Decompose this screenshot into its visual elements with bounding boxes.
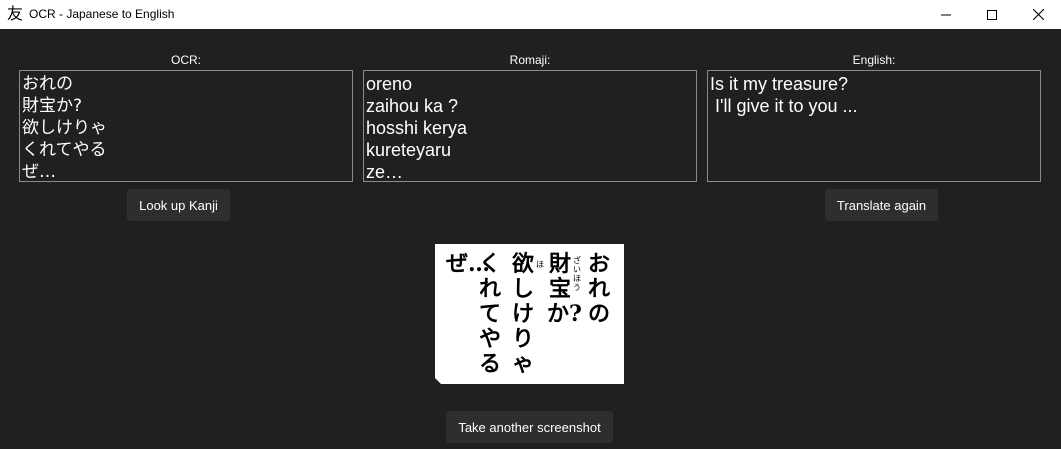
- close-button[interactable]: [1015, 0, 1061, 29]
- preview-column: ぜ…: [446, 251, 491, 277]
- ocr-label: OCR:: [171, 53, 201, 67]
- romaji-textbox[interactable]: oreno zaihou ka ? hosshi kerya kureteyar…: [363, 70, 697, 182]
- romaji-line: hosshi kerya: [366, 118, 468, 138]
- ocr-line: 財宝か?: [22, 96, 83, 116]
- ocr-line: ぜ…: [22, 162, 56, 182]
- romaji-line: kureteyaru: [366, 140, 452, 160]
- preview-column: 欲しけりゃ: [511, 251, 534, 377]
- minimize-icon: [941, 14, 951, 15]
- english-line: I'll give it to you ...: [710, 96, 858, 116]
- ocr-line: くれてやる: [22, 140, 107, 160]
- ocr-textbox[interactable]: おれの 財宝か? 欲しけりゃ くれてやる ぜ…: [19, 70, 353, 182]
- preview-furigana: ほ: [536, 260, 544, 269]
- romaji-line: oreno: [366, 74, 413, 94]
- preview-corner: [435, 378, 441, 384]
- preview-column: おれの: [587, 251, 610, 327]
- preview-column: 財宝か?: [547, 251, 582, 327]
- minimize-button[interactable]: [923, 0, 969, 29]
- translate-again-button[interactable]: Translate again: [825, 189, 938, 221]
- romaji-line: ze…: [366, 162, 404, 182]
- app-icon: 友: [7, 4, 24, 23]
- look-up-kanji-button[interactable]: Look up Kanji: [127, 189, 230, 221]
- maximize-icon: [987, 9, 997, 20]
- english-line: Is it my treasure?: [710, 74, 849, 94]
- english-textbox[interactable]: Is it my treasure? I'll give it to you .…: [707, 70, 1041, 182]
- english-label: English:: [852, 53, 896, 67]
- maximize-button[interactable]: [969, 0, 1015, 29]
- take-screenshot-button[interactable]: Take another screenshot: [446, 411, 613, 443]
- ocr-line: おれの: [22, 74, 73, 94]
- close-icon: [1032, 9, 1044, 20]
- ocr-line: 欲しけりゃ: [22, 118, 107, 138]
- preview-furigana: ざいほう: [573, 256, 581, 292]
- window-title: OCR - Japanese to English: [29, 7, 175, 21]
- romaji-line: zaihou ka ?: [366, 96, 459, 116]
- screenshot-preview: おれの 財宝か? ざいほう 欲しけりゃ ほ くれてやる ぜ…: [435, 244, 624, 384]
- romaji-label: Romaji:: [509, 53, 551, 67]
- title-bar: 友 OCR - Japanese to English: [0, 0, 1061, 29]
